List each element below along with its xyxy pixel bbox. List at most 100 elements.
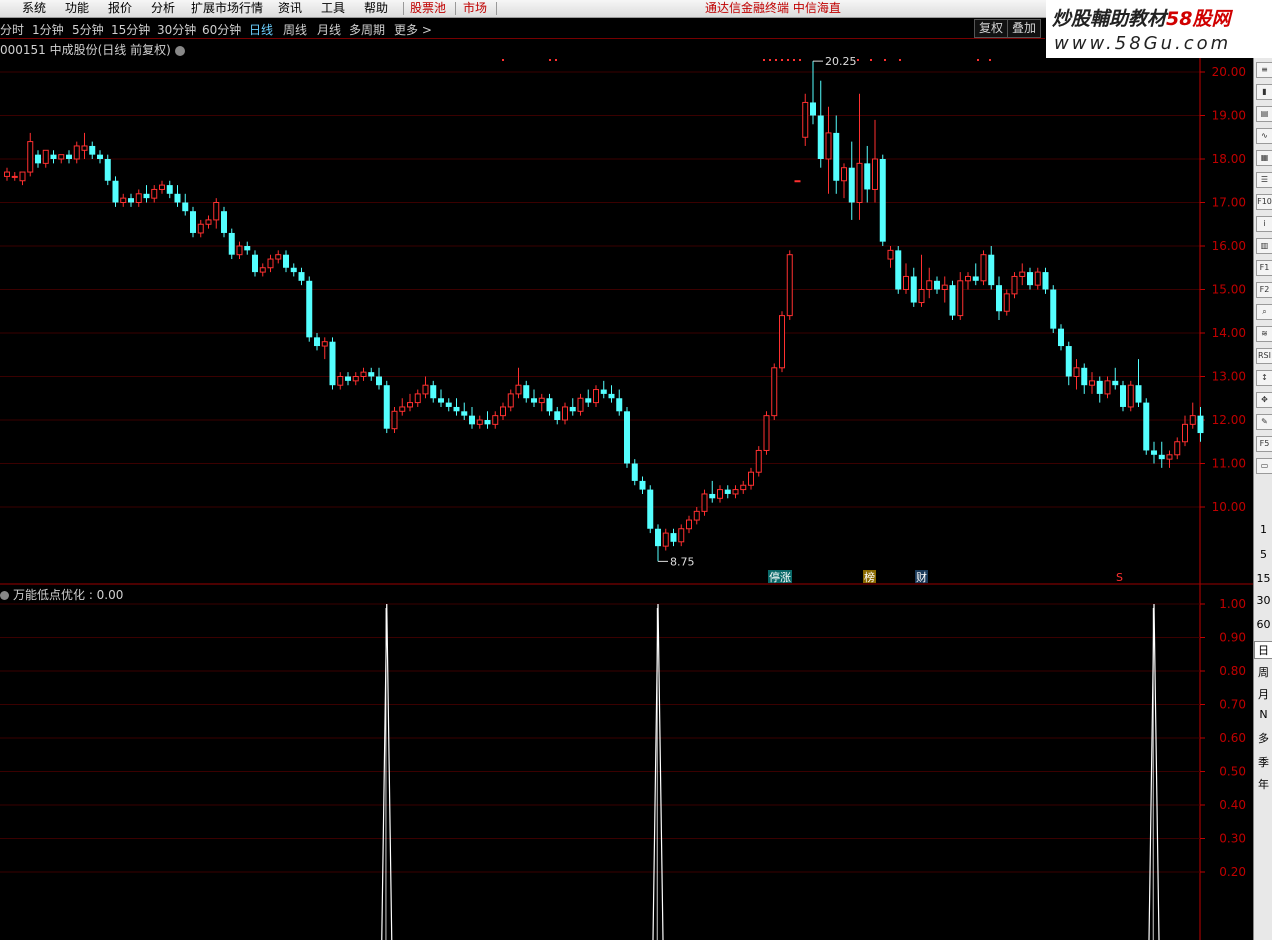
y-tick-label: 0.70 xyxy=(1219,698,1246,712)
candle-body xyxy=(515,384,522,395)
signal-dot xyxy=(781,59,783,61)
list-icon[interactable]: ☰ xyxy=(1256,172,1272,188)
candle-body xyxy=(368,372,375,377)
candle-body xyxy=(771,367,778,417)
candle-body xyxy=(27,141,34,173)
candle-body xyxy=(1073,367,1080,377)
candle-body xyxy=(639,480,646,490)
candle-body xyxy=(500,406,506,417)
move-icon[interactable]: ✥ xyxy=(1256,392,1272,408)
candle-body xyxy=(1189,415,1196,425)
candle-body xyxy=(422,384,429,395)
toolbar-period-6[interactable]: 周 xyxy=(1254,664,1272,680)
candle-body xyxy=(120,197,127,203)
candle-body xyxy=(306,280,313,338)
f1-icon[interactable]: F1 xyxy=(1256,260,1272,276)
signal-dot xyxy=(799,59,801,61)
candle-body xyxy=(42,149,49,164)
candle-body xyxy=(910,276,917,303)
signal-dot xyxy=(502,59,504,61)
y-tick-label: 11.00 xyxy=(1212,457,1246,471)
f10-icon[interactable]: F10 xyxy=(1256,194,1272,210)
wave-icon[interactable]: ≋ xyxy=(1256,326,1272,342)
candle-body xyxy=(926,280,933,290)
candle-body xyxy=(1127,384,1134,408)
candle-body xyxy=(817,115,824,159)
y-tick-label: 0.60 xyxy=(1219,731,1246,745)
toolbar-period-0[interactable]: 1 xyxy=(1254,523,1272,536)
candle-body xyxy=(531,398,537,403)
window-icon[interactable]: ▭ xyxy=(1256,458,1272,474)
candle-body xyxy=(197,223,204,234)
chart-canvas[interactable]: 20.00 19.00 18.00 17.00 16.00 15.00 14.00 13.00… xyxy=(0,0,1253,940)
candle-body xyxy=(407,402,413,408)
toolbar-period-8[interactable]: N xyxy=(1254,708,1272,721)
candle-body xyxy=(647,489,654,529)
f2-icon[interactable]: F2 xyxy=(1256,282,1272,298)
toolbar-period-4[interactable]: 60 xyxy=(1254,618,1272,631)
candle-body xyxy=(631,463,638,481)
y-tick-label: 17.00 xyxy=(1212,196,1246,210)
candle-body xyxy=(577,397,584,412)
candle-body xyxy=(352,376,359,382)
candle-body xyxy=(1143,402,1150,451)
candle-body xyxy=(1120,385,1126,407)
toolbar-period-2[interactable]: 15 xyxy=(1254,572,1272,585)
candle-body xyxy=(763,415,770,451)
chart-icon[interactable]: ▥ xyxy=(1256,238,1272,254)
candle-body xyxy=(794,180,801,183)
y-tick-label: 0.40 xyxy=(1219,798,1246,812)
signal-dot xyxy=(857,59,859,61)
trend-icon[interactable]: ∿ xyxy=(1256,128,1272,144)
menu-icon[interactable]: ≡ xyxy=(1256,62,1272,78)
signal-dot xyxy=(793,59,795,61)
arrow-icon[interactable]: ↕ xyxy=(1256,370,1272,386)
candle-body xyxy=(58,154,65,160)
rsi-icon[interactable]: RSI xyxy=(1256,348,1272,364)
extreme-label: 20.25 xyxy=(825,55,857,68)
candle-body xyxy=(430,385,437,399)
candle-body xyxy=(360,371,367,377)
candle-body xyxy=(337,376,344,386)
candle-body xyxy=(1197,415,1204,434)
candle-body xyxy=(686,519,692,530)
candle-body xyxy=(872,158,878,190)
candle-body xyxy=(267,258,274,269)
candle-body xyxy=(569,406,576,412)
candle-body xyxy=(461,411,468,416)
f5-icon[interactable]: F5 xyxy=(1256,436,1272,452)
candle-body xyxy=(965,275,971,282)
candle-body xyxy=(298,272,305,281)
candle-body xyxy=(833,132,840,181)
toolbar-period-5[interactable]: 日 xyxy=(1254,641,1272,659)
candle-body xyxy=(1042,272,1049,290)
toolbar-period-11[interactable]: 年 xyxy=(1254,776,1272,792)
candle-body xyxy=(112,180,119,203)
y-tick-label: 19.00 xyxy=(1212,109,1246,123)
candle-body xyxy=(1081,367,1088,386)
toolbar-period-9[interactable]: 多 xyxy=(1254,730,1272,746)
candle-body xyxy=(476,419,483,425)
candle-body xyxy=(616,398,623,412)
toolbar-period-3[interactable]: 30 xyxy=(1254,594,1272,607)
y-tick-label: 18.00 xyxy=(1212,152,1246,166)
kline-icon[interactable]: ▮ xyxy=(1256,84,1272,100)
toolbar-period-10[interactable]: 季 xyxy=(1254,754,1272,770)
y-tick-label: 1.00 xyxy=(1219,597,1246,611)
candle-body xyxy=(4,171,10,177)
candle-body xyxy=(1182,423,1188,443)
info-icon[interactable]: i xyxy=(1256,216,1272,232)
candle-body xyxy=(81,145,88,151)
tick-icon[interactable]: ▤ xyxy=(1256,106,1272,122)
pen-icon[interactable]: ✎ xyxy=(1256,414,1272,430)
candle-body xyxy=(717,489,723,499)
candle-body xyxy=(755,449,762,473)
toolbar-period-1[interactable]: 5 xyxy=(1254,548,1272,561)
candle-body xyxy=(1019,271,1026,277)
toolbar-period-7[interactable]: 月 xyxy=(1254,686,1272,702)
zoom-icon[interactable]: ⌕ xyxy=(1256,304,1272,320)
candle-body xyxy=(329,341,336,386)
candle-body xyxy=(949,285,956,316)
bars-icon[interactable]: ▦ xyxy=(1256,150,1272,166)
candle-body xyxy=(438,398,444,403)
